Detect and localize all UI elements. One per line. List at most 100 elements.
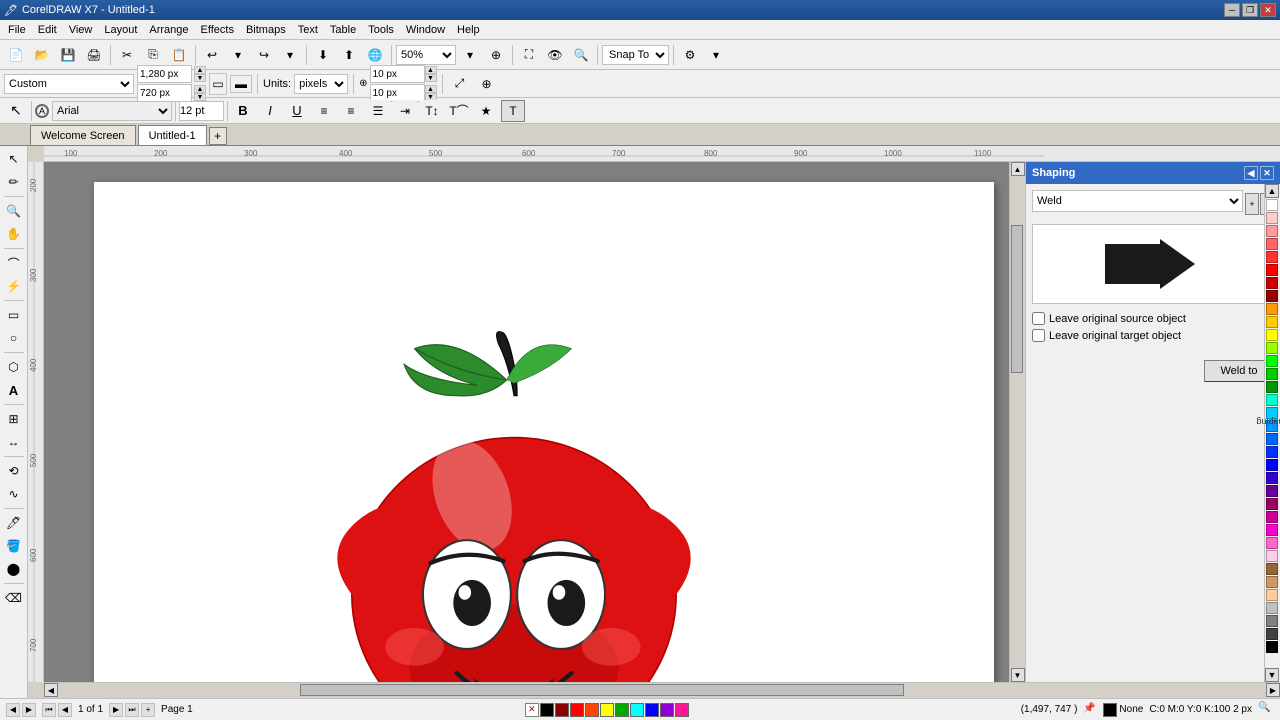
restore-button[interactable]: ❐: [1242, 3, 1258, 17]
underline-btn[interactable]: U: [285, 100, 309, 122]
portrait-btn[interactable]: ▭: [209, 73, 227, 95]
landscape-btn[interactable]: ▬: [230, 75, 252, 93]
select-tool-btn[interactable]: ↖: [4, 100, 28, 122]
palette-color-swatch[interactable]: [1266, 589, 1278, 601]
text-options-btn[interactable]: T: [501, 100, 525, 122]
shaping-mode-select[interactable]: Weld Trim Intersect: [1032, 190, 1243, 212]
palette-color-swatch[interactable]: [1266, 641, 1278, 653]
nudge1-up[interactable]: ▲: [425, 66, 437, 74]
prev-page-btn[interactable]: ◀: [58, 703, 72, 717]
vertical-scrollbar[interactable]: ▲ ▼: [1009, 162, 1025, 682]
nudge1-down[interactable]: ▼: [425, 74, 437, 82]
minimize-button[interactable]: ─: [1224, 3, 1240, 17]
open-button[interactable]: 📂: [30, 44, 54, 66]
export-button[interactable]: ⬆: [337, 44, 361, 66]
text-fit-btn[interactable]: T↕: [420, 100, 444, 122]
undo-button[interactable]: ↩: [200, 44, 224, 66]
palette-color-swatch[interactable]: [1266, 368, 1278, 380]
menu-layout[interactable]: Layout: [98, 20, 143, 39]
scroll-thumb[interactable]: [1011, 225, 1023, 373]
publish-button[interactable]: 🌐: [363, 44, 387, 66]
snap-indicator[interactable]: 📌: [1083, 703, 1097, 717]
menu-tools[interactable]: Tools: [362, 20, 400, 39]
full-screen-button[interactable]: ⛶: [517, 44, 541, 66]
next-page-btn[interactable]: ▶: [109, 703, 123, 717]
tab-untitled1[interactable]: Untitled-1: [138, 125, 207, 145]
palette-color-swatch[interactable]: [1266, 498, 1278, 510]
new-button[interactable]: 📄: [4, 44, 28, 66]
color-swatch-orange[interactable]: [585, 703, 599, 717]
font-select[interactable]: Arial: [52, 101, 172, 121]
palette-color-swatch[interactable]: [1266, 199, 1278, 211]
panel-close-btn[interactable]: ✕: [1260, 166, 1274, 180]
indent-btn[interactable]: ⇥: [393, 100, 417, 122]
menu-text[interactable]: Text: [292, 20, 324, 39]
pan-tool[interactable]: ✋: [2, 223, 26, 245]
leave-source-checkbox[interactable]: [1032, 312, 1045, 325]
options-dropdown[interactable]: ▾: [704, 44, 728, 66]
blend-tool[interactable]: ∿: [2, 483, 26, 505]
scroll-up-btn[interactable]: ▲: [1011, 162, 1025, 176]
preset-select[interactable]: Custom: [4, 74, 134, 94]
print-button[interactable]: 🖨: [82, 44, 106, 66]
palette-color-swatch[interactable]: [1266, 381, 1278, 393]
cut-button[interactable]: ✂: [115, 44, 139, 66]
add-page-status-btn[interactable]: +: [141, 703, 155, 717]
transform-btn[interactable]: ⤢: [448, 73, 472, 95]
width-down[interactable]: ▼: [194, 74, 206, 82]
table-tool[interactable]: ⊞: [2, 408, 26, 430]
palette-color-swatch[interactable]: [1266, 537, 1278, 549]
palette-color-swatch[interactable]: [1266, 394, 1278, 406]
palette-color-swatch[interactable]: [1266, 342, 1278, 354]
menu-help[interactable]: Help: [451, 20, 486, 39]
prev-view-btn[interactable]: ◀: [6, 703, 20, 717]
palette-down-btn[interactable]: ▼: [1265, 668, 1279, 682]
palette-color-swatch[interactable]: [1266, 225, 1278, 237]
palette-color-swatch[interactable]: [1266, 602, 1278, 614]
smart-tool[interactable]: ⚡: [2, 275, 26, 297]
color-swatch-green[interactable]: [615, 703, 629, 717]
next-view-btn[interactable]: ▶: [22, 703, 36, 717]
width-input[interactable]: [137, 65, 192, 83]
ellipse-tool[interactable]: ○: [2, 327, 26, 349]
align-center-btn[interactable]: ≡: [339, 100, 363, 122]
palette-color-swatch[interactable]: [1266, 524, 1278, 536]
pick-tool[interactable]: ↖: [2, 148, 26, 170]
zoom-status-btn[interactable]: 🔍: [1258, 702, 1274, 718]
tab-add-button[interactable]: +: [209, 127, 227, 145]
redo-dropdown[interactable]: ▾: [278, 44, 302, 66]
palette-color-swatch[interactable]: [1266, 277, 1278, 289]
copy-button[interactable]: ⎘: [141, 44, 165, 66]
color-swatch-blue[interactable]: [645, 703, 659, 717]
view2-button[interactable]: 🔍: [569, 44, 593, 66]
italic-btn[interactable]: I: [258, 100, 282, 122]
undo-dropdown[interactable]: ▾: [226, 44, 250, 66]
tab-welcome[interactable]: Welcome Screen: [30, 125, 136, 145]
color-swatch-cyan[interactable]: [630, 703, 644, 717]
color-swatch-pink[interactable]: [675, 703, 689, 717]
text-tool[interactable]: A: [2, 379, 26, 401]
zoom-dropdown[interactable]: ▾: [458, 44, 482, 66]
eraser-tool[interactable]: ⌫: [2, 587, 26, 609]
align-left-btn[interactable]: ≡: [312, 100, 336, 122]
shaping-expand-btn[interactable]: +: [1245, 193, 1259, 215]
menu-window[interactable]: Window: [400, 20, 451, 39]
nudge2-up[interactable]: ▲: [425, 85, 437, 93]
zoom-select[interactable]: 50% 25% 75% 100%: [396, 45, 456, 65]
color-swatch-black[interactable]: [540, 703, 554, 717]
palette-color-swatch[interactable]: [1266, 355, 1278, 367]
leave-target-checkbox[interactable]: [1032, 329, 1045, 342]
import-button[interactable]: ⬇: [311, 44, 335, 66]
height-up[interactable]: ▲: [194, 85, 206, 93]
save-button[interactable]: 💾: [56, 44, 80, 66]
color-swatch-darkred[interactable]: [555, 703, 569, 717]
text-path-btn[interactable]: T⌒: [447, 100, 471, 122]
polygon-tool[interactable]: ⬡: [2, 356, 26, 378]
freehand-tool[interactable]: ✏: [2, 171, 26, 193]
nudge1-input[interactable]: [370, 65, 425, 83]
menu-table[interactable]: Table: [324, 20, 362, 39]
add-page-btn[interactable]: ⊕: [475, 73, 499, 95]
menu-effects[interactable]: Effects: [195, 20, 240, 39]
bold-btn[interactable]: B: [231, 100, 255, 122]
color-swatch-violet[interactable]: [660, 703, 674, 717]
